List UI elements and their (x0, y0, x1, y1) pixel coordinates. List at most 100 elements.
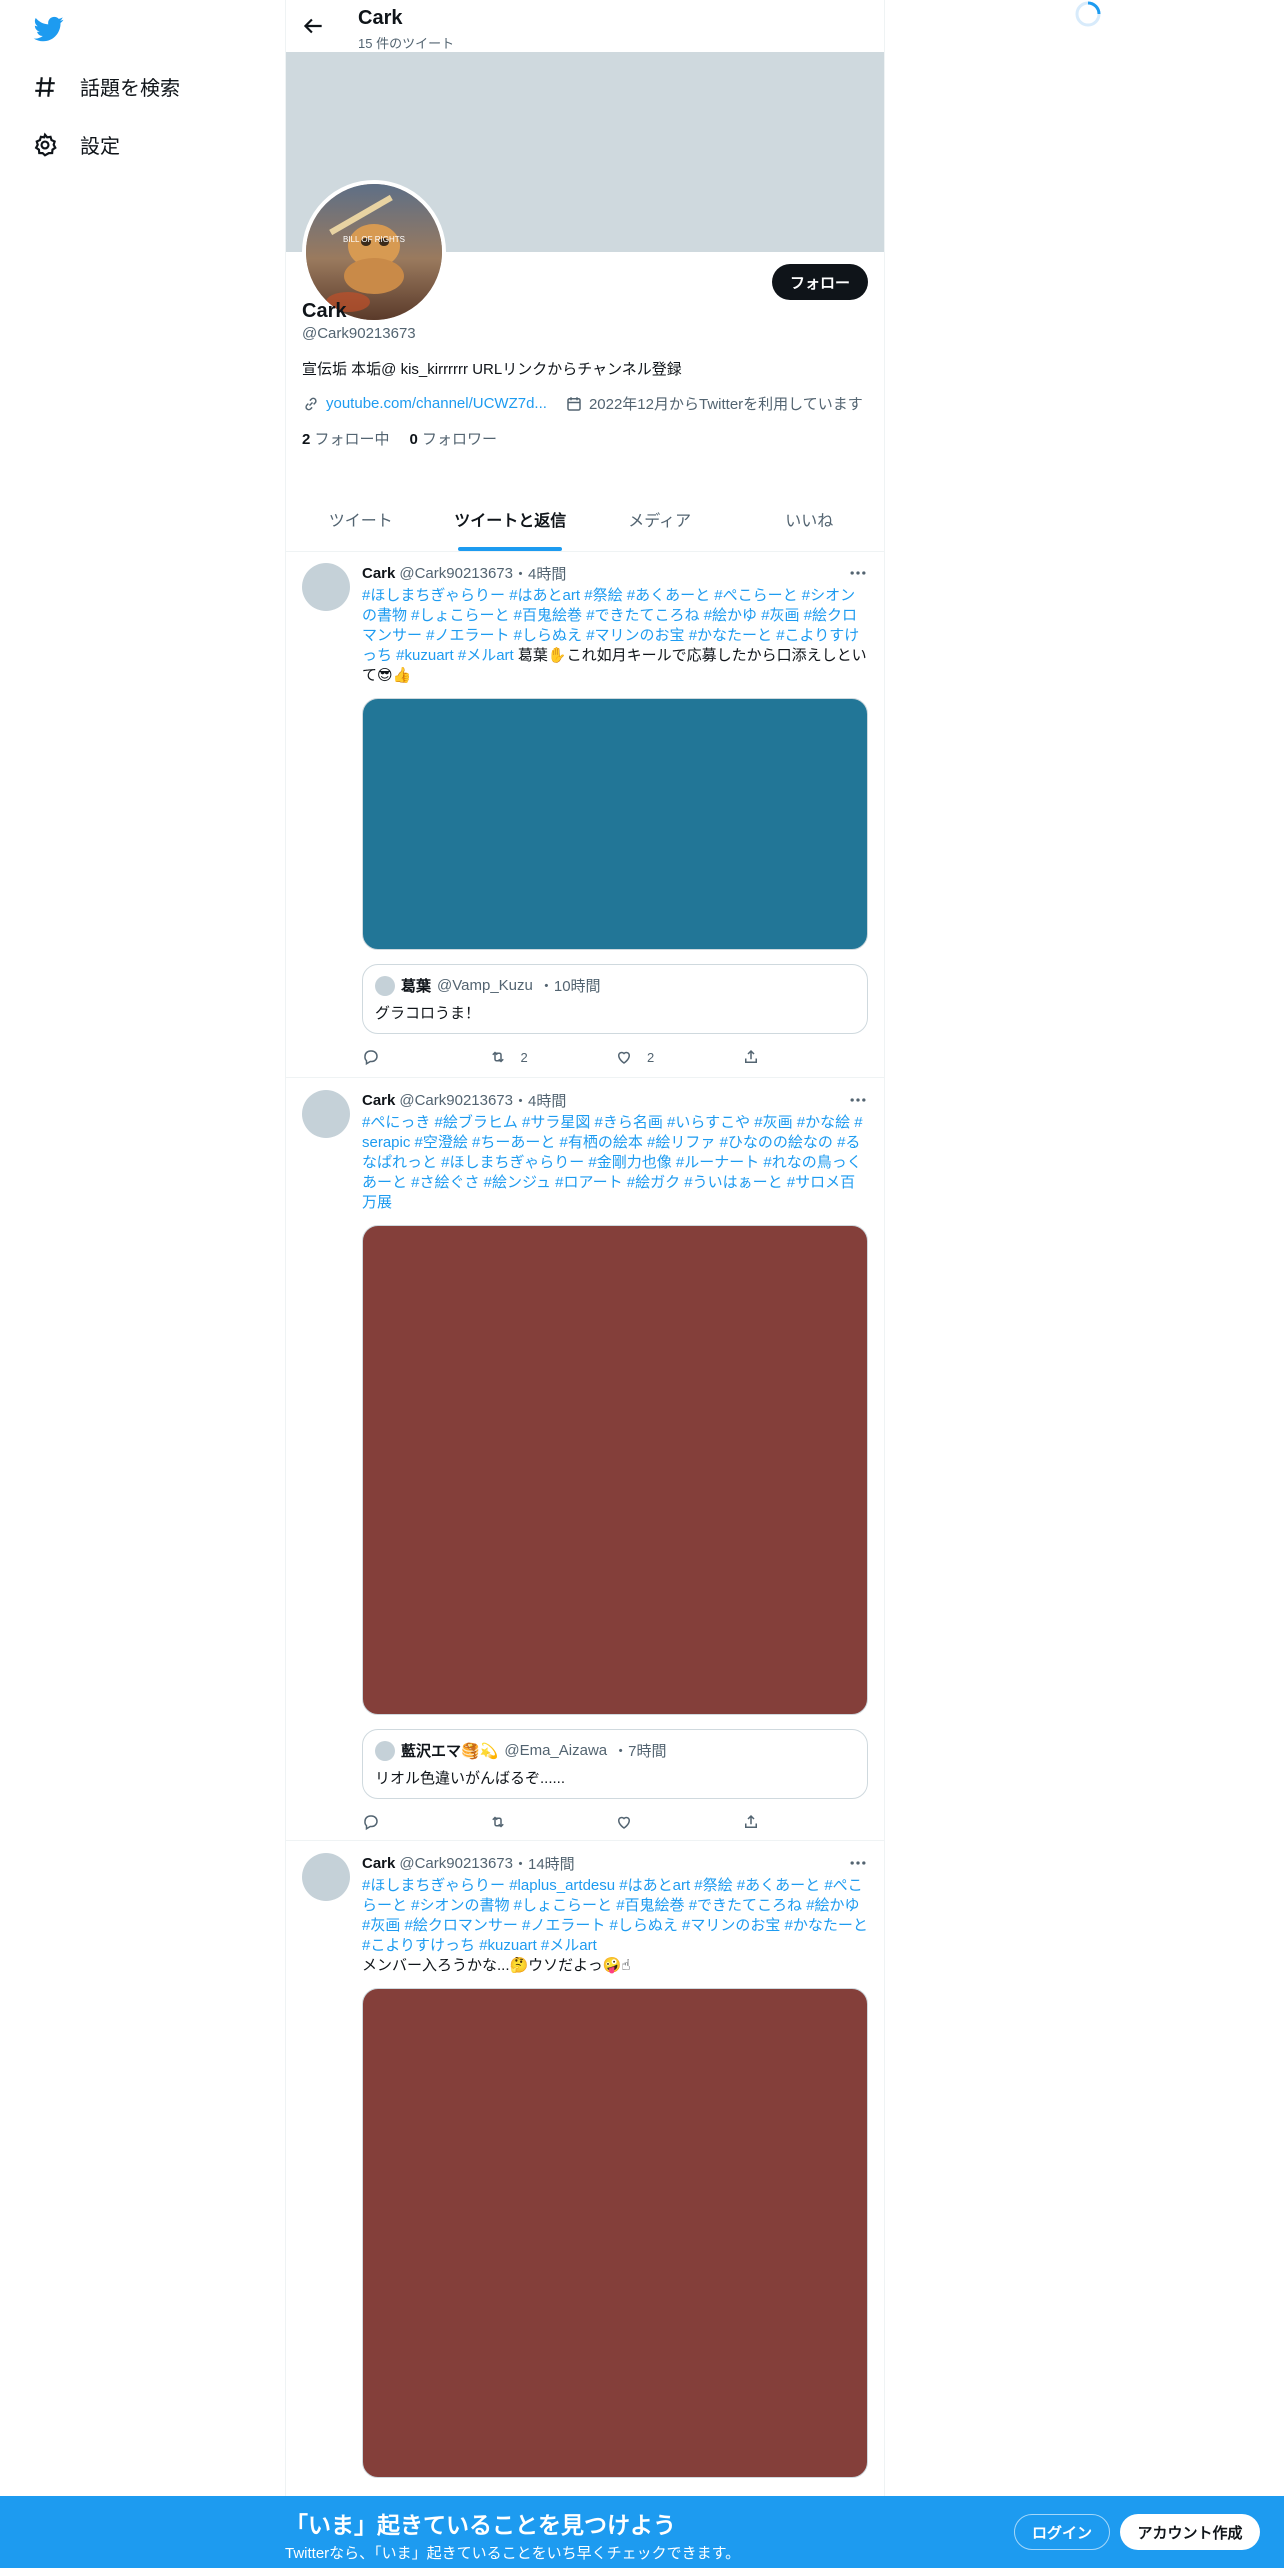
profile-link[interactable]: youtube.com/channel/UCWZ7d... (302, 395, 547, 413)
tweet[interactable]: Cark @Cark90213673 ・14時間 #ほしまちぎゃらりー #lap… (286, 1841, 884, 2564)
profile-header: Cark 15 件のツイート (286, 0, 884, 52)
tab-tweets-and-replies[interactable]: ツイートと返信 (436, 495, 586, 551)
back-arrow-icon[interactable] (300, 13, 326, 39)
followers-count: 0 (409, 431, 418, 448)
main-column: Cark 15 件のツイート BILL OF RIGHTS フォロー Cark … (285, 0, 885, 2568)
tweet-author-handle: @Cark90213673 (399, 1855, 513, 1872)
calendar-icon (567, 396, 581, 411)
share-icon (744, 1814, 757, 1828)
tab-media[interactable]: メディア (585, 495, 735, 551)
tweet-text: #ぺにっき #絵ブラヒム #サラ星図 #きら名画 #いらすこや #灰画 #かな絵… (362, 1113, 868, 1213)
tweet-author-handle: @Cark90213673 (399, 565, 513, 582)
like-count: 2 (647, 1049, 655, 1065)
profile-link-text[interactable]: youtube.com/channel/UCWZ7d... (326, 395, 547, 412)
tweet-author-name[interactable]: Cark (362, 1092, 395, 1109)
tweet-text: #ほしまちぎゃらりー #laplus_artdesu #はあとart #祭絵 #… (362, 1876, 868, 1976)
tweet-time[interactable]: ・4時間 (513, 563, 566, 584)
loading-spinner-icon (1075, 1, 1101, 27)
quote-text: リオル色違いがんばるぞ...... (375, 1770, 566, 1787)
share-button[interactable] (742, 1813, 869, 1831)
bottom-bar-title: 「いま」起きていることを見つけよう (285, 2512, 676, 2538)
hashtag-icon (35, 76, 55, 97)
tweet-timeline: Cark @Cark90213673 ・4時間 #ほしまちぎゃらりー #はあとa… (286, 551, 884, 2564)
quote-time: ・10時間 (538, 978, 601, 995)
like-button[interactable] (615, 1813, 742, 1831)
reply-icon (364, 1815, 378, 1831)
tweet-author-name[interactable]: Cark (362, 565, 395, 582)
tweet[interactable]: Cark @Cark90213673 ・4時間 #ほしまちぎゃらりー #はあとa… (286, 551, 884, 1078)
tweet-media[interactable] (362, 1225, 868, 1715)
login-button[interactable]: ログイン (1014, 2514, 1110, 2550)
profile-joined-text: 2022年12月からTwitterを利用しています (588, 396, 863, 413)
gear-icon (34, 131, 57, 157)
profile-info: Cark @Cark90213673 宣伝垢 本垢@ kis_kirrrrrr … (286, 300, 884, 510)
tweet-hashtags[interactable]: #ほしまちぎゃらりー #laplus_artdesu #はあとart #祭絵 #… (362, 1877, 868, 1954)
quote-header: 葛葉 @Vamp_Kuzu ・10時間 (375, 975, 855, 996)
nav-settings-label: 設定 (80, 136, 120, 158)
tweet-time[interactable]: ・4時間 (513, 1090, 566, 1111)
tab-likes[interactable]: いいね (735, 495, 885, 551)
tweet-actions: 2 2 (362, 1046, 868, 1068)
tweet[interactable]: Cark @Cark90213673 ・4時間 #ぺにっき #絵ブラヒム #サラ… (286, 1078, 884, 1841)
quote-author-name: 葛葉 (401, 978, 432, 995)
retweet-button[interactable] (489, 1813, 616, 1831)
quote-author-handle: @Ema_Aizawa (504, 1742, 608, 1759)
tweet-media[interactable] (362, 1988, 868, 2478)
tweet-avatar[interactable] (302, 1853, 350, 1901)
reply-button[interactable] (362, 1048, 489, 1066)
tweet-header: Cark @Cark90213673 ・4時間 (362, 1090, 868, 1111)
tweet-media[interactable] (362, 698, 868, 950)
nav-explore[interactable]: 話題を検索 (32, 72, 180, 101)
header-name: Cark (358, 7, 403, 29)
tweet-header: Cark @Cark90213673 ・14時間 (362, 1853, 868, 1874)
quoted-tweet[interactable]: 藍沢エマ🥞💫 @Ema_Aizawa ・7時間 リオル色違いがんばるぞ.....… (362, 1729, 868, 1799)
tweet-avatar[interactable] (302, 1090, 350, 1138)
nav-settings[interactable]: 設定 (32, 130, 120, 159)
quote-header: 藍沢エマ🥞💫 @Ema_Aizawa ・7時間 (375, 1740, 855, 1761)
tweet-avatar[interactable] (302, 563, 350, 611)
nav-explore-label: 話題を検索 (80, 78, 180, 100)
quote-avatar (375, 975, 395, 996)
quote-author-handle: @Vamp_Kuzu (437, 977, 533, 994)
share-button[interactable] (742, 1048, 869, 1066)
retweet-icon (491, 1816, 504, 1828)
bottom-bar-subtitle: Twitterなら、「いま」起きていることをいち早くチェックできます。 (285, 2545, 741, 2562)
retweet-count: 2 (520, 1049, 528, 1065)
tweet-author-name[interactable]: Cark (362, 1855, 395, 1872)
more-options-icon[interactable] (848, 1090, 868, 1110)
retweet-button[interactable]: 2 (489, 1048, 616, 1066)
reply-icon (364, 1050, 378, 1066)
link-icon (305, 397, 317, 410)
profile-joined: 2022年12月からTwitterを利用しています (565, 393, 863, 414)
quote-avatar (375, 1740, 395, 1761)
quote-author-name: 藍沢エマ🥞💫 (401, 1743, 499, 1760)
follow-button[interactable]: フォロー (771, 264, 868, 300)
tab-tweets[interactable]: ツイート (286, 495, 436, 551)
tweet-body: メンバー入ろうかな...🤔ウソだよっ🤪☝ (362, 1957, 631, 1974)
more-options-icon[interactable] (848, 1853, 868, 1873)
profile-bio: 宣伝垢 本垢@ kis_kirrrrrr URLリンクからチャンネル登録 (302, 361, 682, 378)
header-tweet-count: 15 件のツイート (358, 36, 455, 51)
heart-icon (617, 1051, 631, 1064)
profile-tabs: ツイート ツイートと返信 メディア いいね (286, 495, 884, 552)
tweet-actions (362, 1811, 868, 1833)
more-options-icon[interactable] (848, 563, 868, 583)
share-icon (744, 1049, 757, 1063)
following-stat[interactable]: 2 フォロー中 (302, 428, 390, 449)
tweet-text: #ほしまちぎゃらりー #はあとart #祭絵 #あくあーと #ぺこらーと #シオ… (362, 586, 868, 686)
reply-button[interactable] (362, 1813, 489, 1831)
profile-handle: @Cark90213673 (302, 325, 416, 342)
tweet-time[interactable]: ・14時間 (513, 1853, 575, 1874)
followers-stat[interactable]: 0 フォロワー (410, 428, 498, 449)
profile-follow-stats: 2 フォロー中 0 フォロワー (302, 428, 868, 449)
like-button[interactable]: 2 (615, 1048, 742, 1066)
quoted-tweet[interactable]: 葛葉 @Vamp_Kuzu ・10時間 グラコロうま！ (362, 964, 868, 1034)
signup-button[interactable]: アカウント作成 (1120, 2514, 1260, 2550)
retweet-icon (491, 1051, 504, 1063)
quote-time: ・7時間 (613, 1743, 667, 1760)
following-label: フォロー中 (314, 431, 390, 448)
tweet-header: Cark @Cark90213673 ・4時間 (362, 563, 868, 584)
twitter-bird-icon[interactable] (32, 14, 66, 44)
tweet-hashtags[interactable]: #ぺにっき #絵ブラヒム #サラ星図 #きら名画 #いらすこや #灰画 #かな絵… (362, 1114, 863, 1211)
followers-label: フォロワー (422, 431, 498, 448)
